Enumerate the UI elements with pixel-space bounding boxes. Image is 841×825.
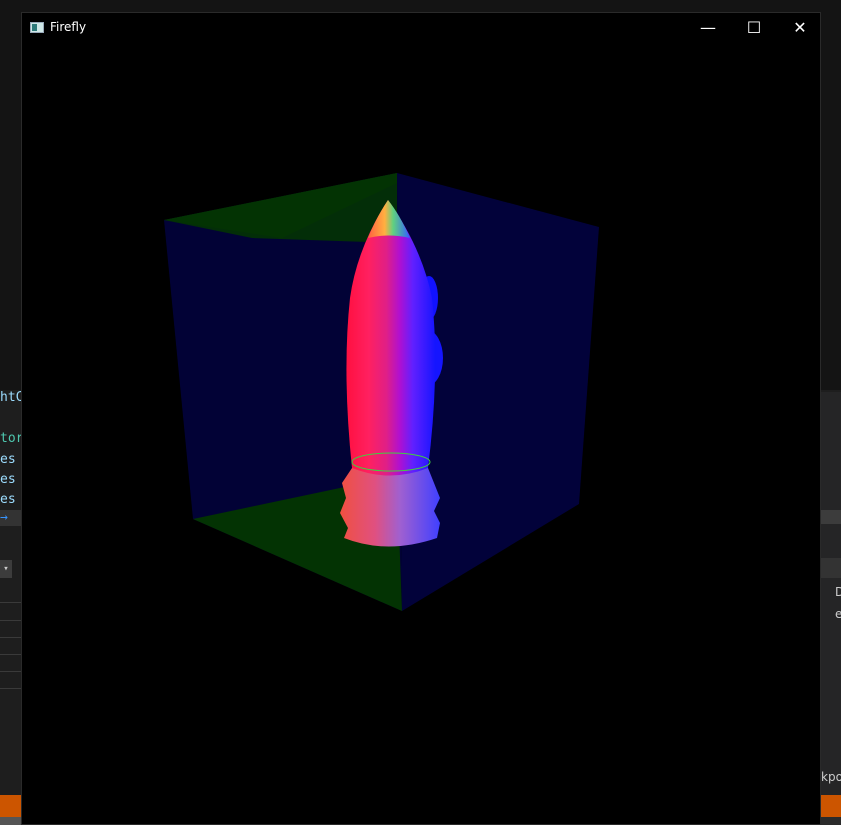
window-title: Firefly bbox=[50, 20, 87, 34]
left-divider bbox=[0, 602, 22, 603]
3d-viewport[interactable] bbox=[22, 43, 820, 824]
code-line: tor bbox=[0, 431, 24, 446]
left-divider bbox=[0, 620, 22, 621]
right-panel-bar bbox=[821, 558, 841, 578]
code-line: es bbox=[0, 452, 16, 467]
close-button[interactable]: ✕ bbox=[777, 13, 823, 43]
app-icon bbox=[30, 22, 44, 33]
left-divider bbox=[0, 654, 22, 655]
code-line: es bbox=[0, 492, 16, 507]
minimize-button[interactable]: — bbox=[685, 13, 731, 43]
arrow-icon[interactable]: → bbox=[0, 508, 8, 528]
right-panel-strip bbox=[821, 510, 841, 524]
code-line: es bbox=[0, 472, 16, 487]
firefly-window: Firefly — ☐ ✕ bbox=[21, 12, 821, 825]
rocket-base bbox=[340, 468, 440, 547]
code-line: htC bbox=[0, 390, 24, 405]
right-bottom-text: kpoi bbox=[821, 770, 841, 784]
maximize-button[interactable]: ☐ bbox=[731, 13, 777, 43]
right-column-header: D e bbox=[835, 585, 841, 621]
left-divider bbox=[0, 688, 22, 689]
title-bar[interactable]: Firefly — ☐ ✕ bbox=[22, 13, 820, 43]
dropdown-toggle[interactable]: ▾ bbox=[0, 560, 12, 578]
left-divider bbox=[0, 671, 22, 672]
left-divider bbox=[0, 637, 22, 638]
